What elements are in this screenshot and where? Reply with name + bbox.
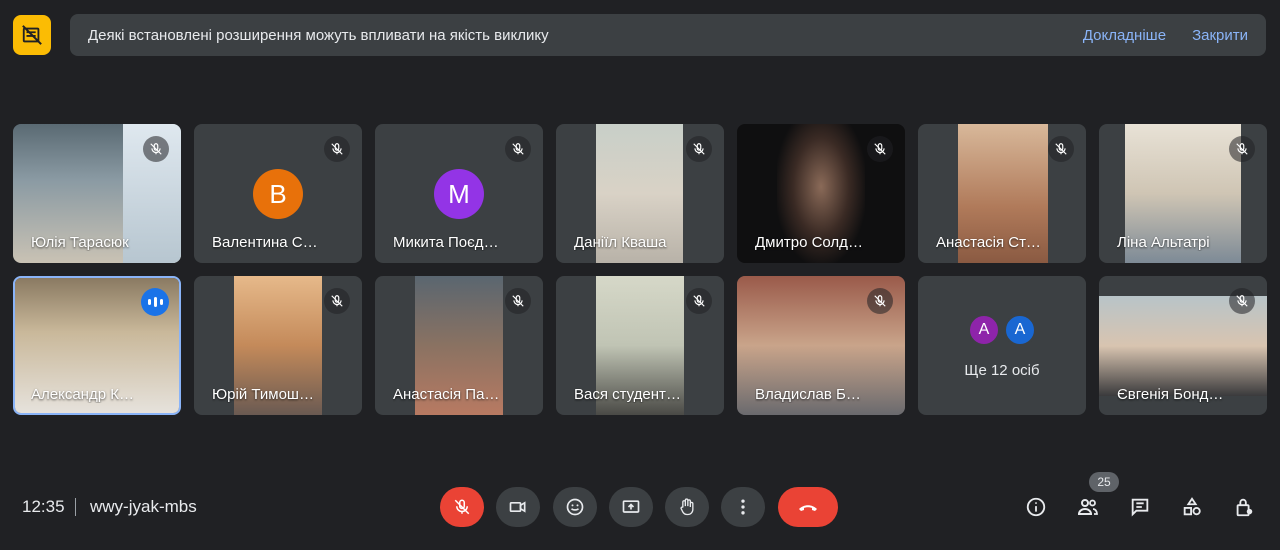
mic-off-icon — [686, 288, 712, 314]
extensions-banner: Деякі встановлені розширення можуть впли… — [70, 14, 1266, 56]
participant-name: Валентина Стол... — [212, 234, 322, 251]
mic-toggle-button[interactable] — [440, 487, 484, 527]
participant-name: Владислав Бокі... — [755, 386, 865, 403]
mic-off-icon — [454, 499, 470, 515]
mic-off-icon — [324, 288, 350, 314]
participant-tile[interactable]: Дмитро Солдат... — [737, 124, 905, 263]
participant-name: Дмитро Солдат... — [755, 234, 865, 251]
participant-tile[interactable]: Анастасія Пасм... — [375, 276, 543, 415]
participant-name: Даніїл Кваша — [574, 234, 667, 251]
mic-off-icon — [143, 136, 169, 162]
participant-avatar: В — [253, 169, 303, 219]
more-participants-avatars: А А — [968, 314, 1036, 346]
meeting-time: 12:35 — [22, 497, 65, 516]
raise-hand-button[interactable] — [665, 487, 709, 527]
mic-off-icon — [505, 288, 531, 314]
participant-tile[interactable]: Євгенія Бондар... — [1099, 276, 1267, 415]
divider — [75, 498, 76, 516]
more-participants-label: Ще 12 осіб — [964, 362, 1040, 379]
more-participants-tile[interactable]: А А Ще 12 осіб — [918, 276, 1086, 415]
reactions-button[interactable] — [553, 487, 597, 527]
present-screen-button[interactable] — [609, 487, 653, 527]
chat-button[interactable] — [1124, 491, 1156, 523]
participant-name: Юрій Тимошенко — [212, 386, 322, 403]
people-count-badge: 25 — [1089, 472, 1119, 492]
participant-tile[interactable]: Ліна Альтатрі — [1099, 124, 1267, 263]
mic-off-icon — [686, 136, 712, 162]
participant-avatar: А — [1004, 314, 1036, 346]
mic-off-icon — [505, 136, 531, 162]
participant-name: Ліна Альтатрі — [1117, 234, 1210, 251]
people-icon — [1077, 499, 1098, 515]
mic-off-icon — [867, 136, 893, 162]
participant-tile[interactable]: Анастасія Степ... — [918, 124, 1086, 263]
chat-icon — [1131, 498, 1149, 517]
banner-close-link[interactable]: Закрити — [1192, 27, 1248, 44]
activities-button[interactable] — [1176, 491, 1208, 523]
participant-tile-speaking[interactable]: Александр Кес... — [13, 276, 181, 415]
people-button[interactable] — [1072, 491, 1104, 523]
participant-name: Анастасія Степ... — [936, 234, 1046, 251]
meeting-details-button[interactable] — [1020, 491, 1052, 523]
participant-name: Вася студент 4... — [574, 386, 684, 403]
participant-avatar: М — [434, 169, 484, 219]
participant-tile[interactable]: Владислав Бокі... — [737, 276, 905, 415]
speaking-indicator-icon — [141, 288, 169, 316]
mic-off-icon — [1229, 136, 1255, 162]
hand-icon — [680, 498, 694, 516]
meeting-code: wwy-jyak-mbs — [90, 497, 197, 516]
participant-name: Александр Кес... — [31, 386, 141, 403]
participant-name: Микита Поєдин... — [393, 234, 503, 251]
participant-name: Юлія Тарасюк — [31, 234, 129, 251]
extension-warning-icon — [13, 15, 51, 55]
present-icon — [622, 500, 640, 513]
info-icon — [1026, 497, 1046, 517]
end-call-button[interactable] — [778, 487, 838, 527]
lock-person-icon — [1236, 498, 1253, 517]
mic-off-icon — [867, 288, 893, 314]
participant-tile[interactable]: Юрій Тимошенко — [194, 276, 362, 415]
camera-toggle-button[interactable] — [496, 487, 540, 527]
activities-icon — [1183, 497, 1201, 516]
participant-tile[interactable]: Даніїл Кваша — [556, 124, 724, 263]
camera-icon — [509, 501, 526, 513]
participant-grid: Юлія Тарасюк В Валентина Стол... М Микит… — [13, 124, 1268, 415]
mic-off-icon — [1229, 288, 1255, 314]
emoji-icon — [566, 498, 584, 516]
hang-up-icon — [799, 505, 817, 511]
host-controls-button[interactable] — [1228, 491, 1260, 523]
banner-learn-more-link[interactable]: Докладніше — [1083, 27, 1166, 44]
participant-tile[interactable]: Юлія Тарасюк — [13, 124, 181, 263]
mic-off-icon — [324, 136, 350, 162]
mic-off-icon — [1048, 136, 1074, 162]
more-vert-icon — [741, 499, 745, 515]
participant-tile[interactable]: Вася студент 4... — [556, 276, 724, 415]
banner-text: Деякі встановлені розширення можуть впли… — [88, 26, 549, 44]
more-options-button[interactable] — [721, 487, 765, 527]
participant-tile[interactable]: В Валентина Стол... — [194, 124, 362, 263]
participant-tile[interactable]: М Микита Поєдин... — [375, 124, 543, 263]
participant-name: Анастасія Пасм... — [393, 386, 503, 403]
participant-name: Євгенія Бондар... — [1117, 386, 1227, 403]
participant-avatar: А — [968, 314, 1000, 346]
